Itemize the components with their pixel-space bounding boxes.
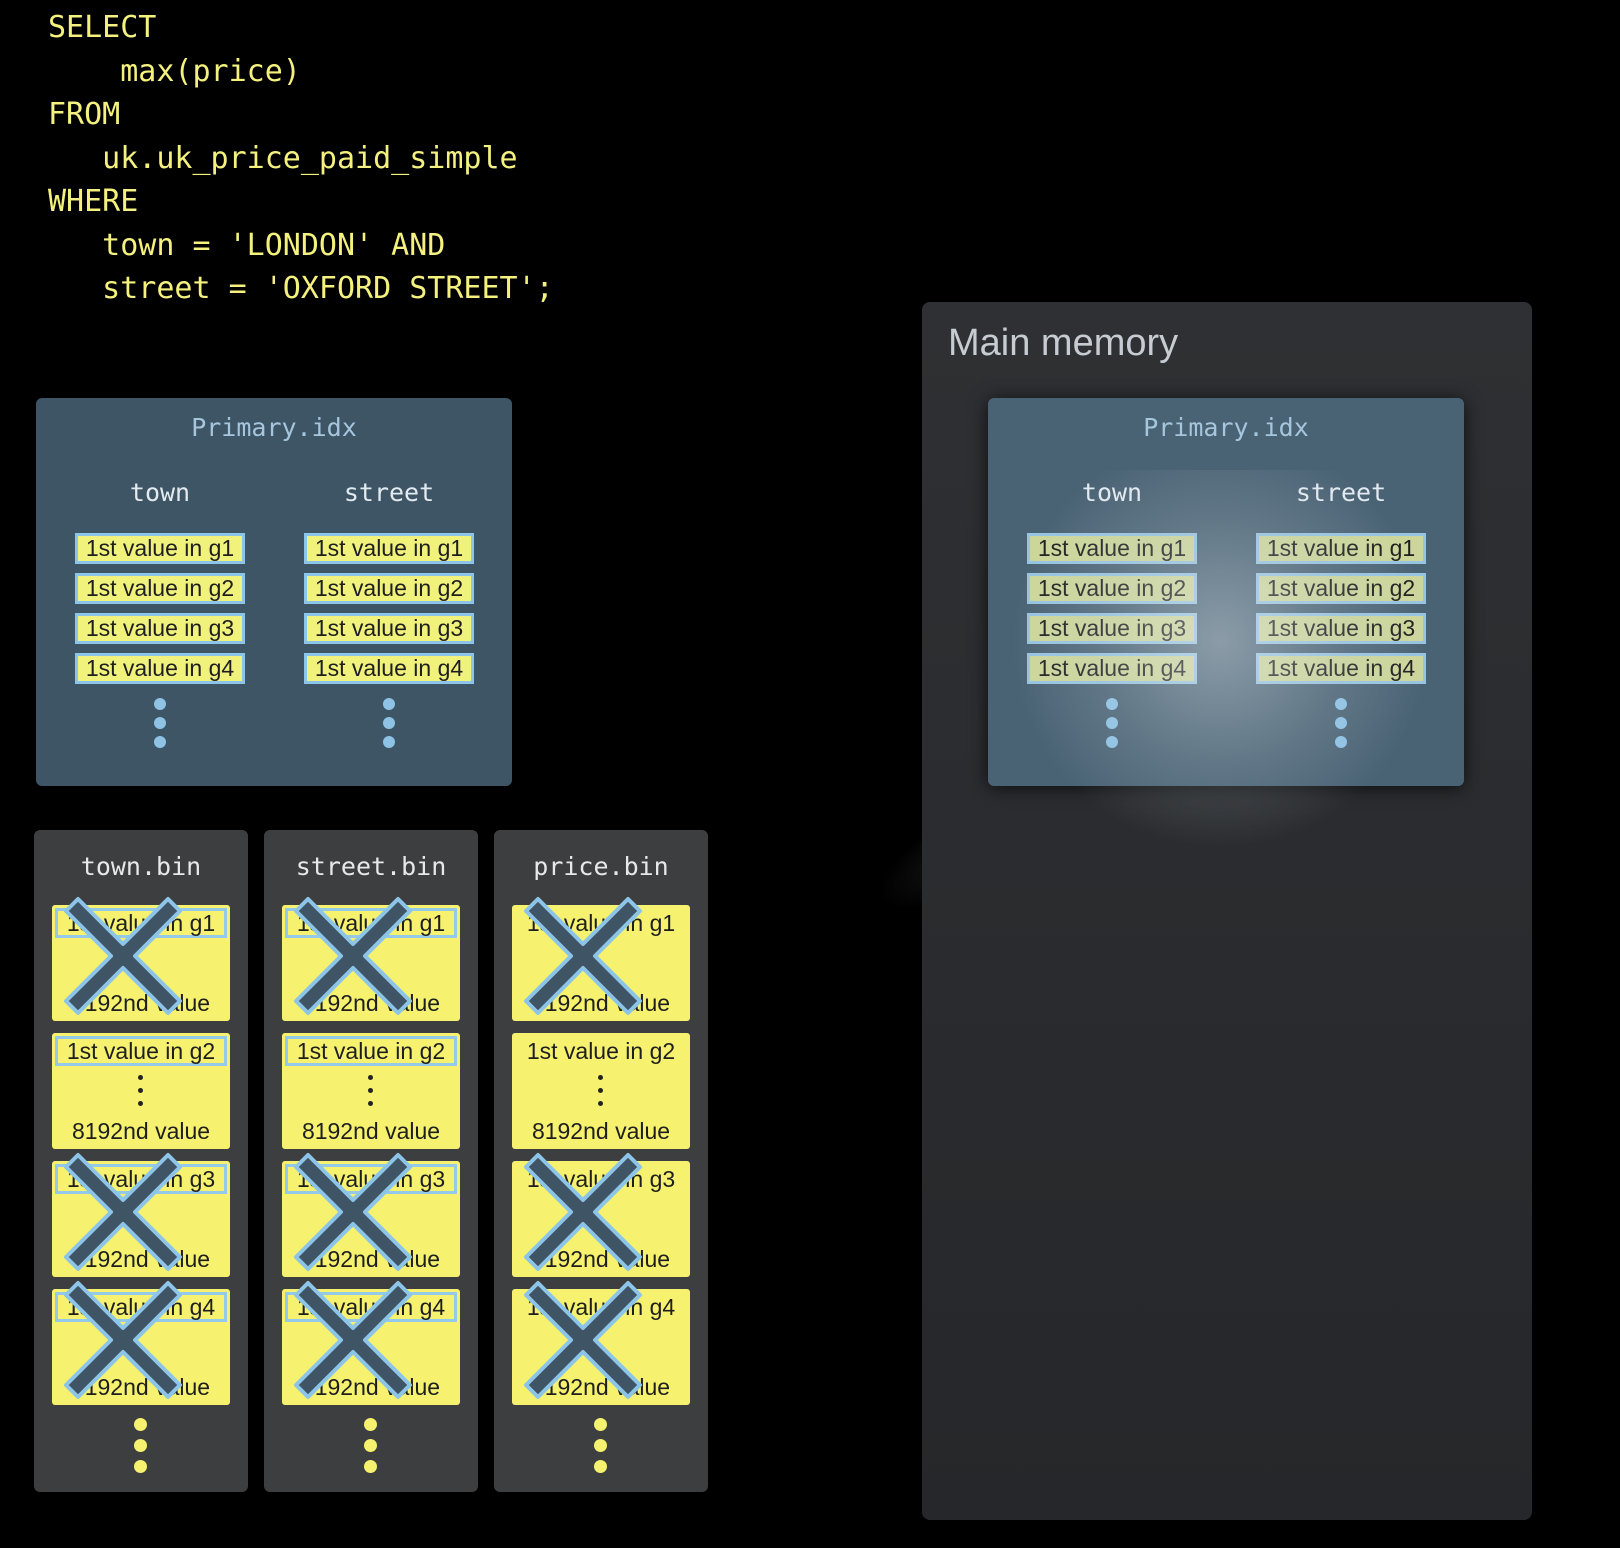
vertical-ellipsis-icon <box>383 698 395 748</box>
index-mark: 1st value in g1 <box>1256 533 1426 564</box>
town-bin-file: town.bin 1st value in g1 8192nd value 1st … <box>34 830 248 1492</box>
cross-icon <box>294 897 412 1015</box>
memory-index-column-street-header: street <box>1295 478 1387 507</box>
memory-index-column-street: 1st value in g1 1st value in g2 1st valu… <box>1256 533 1426 755</box>
cross-icon <box>524 1153 642 1271</box>
index-mark: 1st value in g4 <box>304 653 474 684</box>
index-mark: 1st value in g2 <box>1256 573 1426 604</box>
index-mark: 1st value in g1 <box>75 533 245 564</box>
vertical-ellipsis-icon <box>154 698 166 748</box>
cross-icon <box>294 1153 412 1271</box>
index-mark: 1st value in g1 <box>304 533 474 564</box>
granule: 1st value in g2 8192nd value <box>282 1033 460 1149</box>
vertical-ellipsis-icon <box>594 1418 608 1481</box>
index-mark: 1st value in g4 <box>75 653 245 684</box>
memory-primary-index-panel: Primary.idx town street 1st value in g1 … <box>988 398 1464 786</box>
granule-first-value: 1st value in g2 <box>55 1036 227 1066</box>
sql-line: SELECT <box>48 10 157 45</box>
cross-icon <box>64 1281 182 1399</box>
vertical-ellipsis-icon <box>368 1075 374 1114</box>
memory-primary-index-title: Primary.idx <box>1143 413 1309 442</box>
memory-index-column-town: 1st value in g1 1st value in g2 1st valu… <box>1027 533 1197 755</box>
vertical-ellipsis-icon <box>598 1075 604 1114</box>
cross-icon <box>524 1281 642 1399</box>
index-mark: 1st value in g3 <box>75 613 245 644</box>
index-mark: 1st value in g2 <box>1027 573 1197 604</box>
granule-last-value: 8192nd value <box>531 1118 671 1144</box>
index-column-town-header: town <box>129 478 191 507</box>
cross-icon <box>64 1153 182 1271</box>
primary-index-title: Primary.idx <box>191 413 357 442</box>
sql-query: SELECT max(price) FROM uk.uk_price_paid_… <box>48 6 554 311</box>
bin-title: street.bin <box>295 852 447 881</box>
granule: 1st value in g2 8192nd value <box>52 1033 230 1149</box>
cross-icon <box>524 897 642 1015</box>
index-column-street: 1st value in g1 1st value in g2 1st valu… <box>304 533 474 755</box>
main-memory-label: Main memory <box>948 322 1179 364</box>
cross-icon <box>294 1281 412 1399</box>
index-mark: 1st value in g1 <box>1027 533 1197 564</box>
index-mark: 1st value in g4 <box>1256 653 1426 684</box>
sql-line: street = 'OXFORD STREET'; <box>48 271 554 306</box>
index-column-town: 1st value in g1 1st value in g2 1st valu… <box>75 533 245 755</box>
bin-title: town.bin <box>80 852 202 881</box>
street-bin-file: street.bin 1st value in g1 8192nd value 1s… <box>264 830 478 1492</box>
price-bin-file: price.bin 1st value in g1 8192nd value 1st… <box>494 830 708 1492</box>
vertical-ellipsis-icon <box>364 1418 378 1481</box>
primary-index-panel: Primary.idx town street 1st value in g1 … <box>36 398 512 786</box>
sql-line: uk.uk_price_paid_simple <box>48 140 518 176</box>
granule-first-value: 1st value in g2 <box>526 1038 676 1064</box>
granule-last-value: 8192nd value <box>71 1118 211 1144</box>
vertical-ellipsis-icon <box>138 1075 144 1114</box>
index-mark: 1st value in g2 <box>75 573 245 604</box>
bin-title: price.bin <box>533 852 669 881</box>
index-column-street-header: street <box>343 478 435 507</box>
sql-line: FROM <box>48 97 121 132</box>
vertical-ellipsis-icon <box>1106 698 1118 748</box>
memory-index-column-town-header: town <box>1081 478 1143 507</box>
vertical-ellipsis-icon <box>1335 698 1347 748</box>
granule: 1st value in g2 8192nd value <box>512 1033 690 1149</box>
granule-first-value: 1st value in g2 <box>285 1036 457 1066</box>
index-mark: 1st value in g3 <box>1027 613 1197 644</box>
index-mark: 1st value in g3 <box>304 613 474 644</box>
index-mark: 1st value in g4 <box>1027 653 1197 684</box>
index-mark: 1st value in g3 <box>1256 613 1426 644</box>
sql-line: WHERE <box>48 184 139 219</box>
cross-icon <box>64 897 182 1015</box>
sql-line: max(price) <box>48 53 301 89</box>
sql-line: town = 'LONDON' AND <box>48 227 446 263</box>
granule-last-value: 8192nd value <box>301 1118 441 1144</box>
vertical-ellipsis-icon <box>134 1418 148 1481</box>
index-mark: 1st value in g2 <box>304 573 474 604</box>
